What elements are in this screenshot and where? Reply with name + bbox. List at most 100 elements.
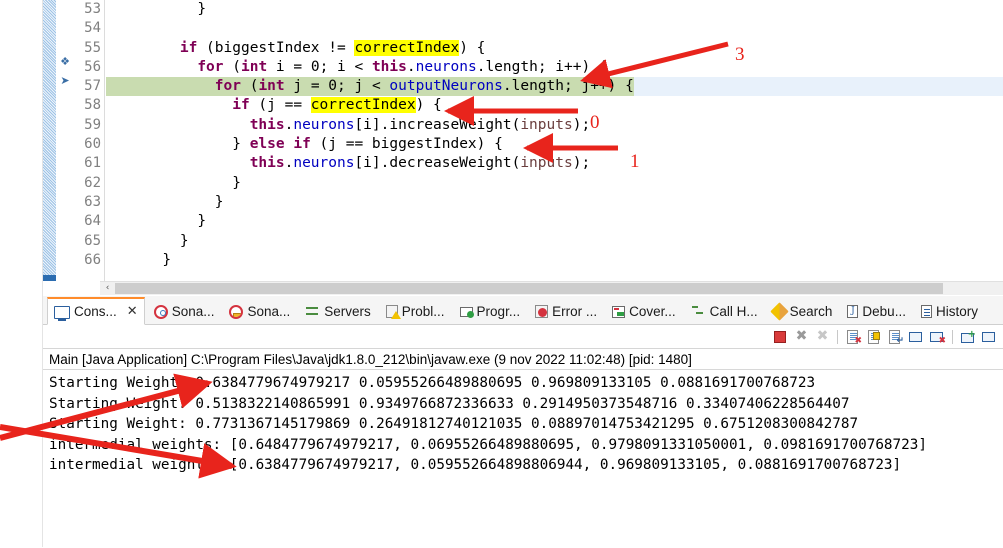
code-token: . bbox=[406, 58, 416, 75]
line-number: 61 bbox=[84, 155, 101, 172]
word-wrap-button[interactable]: ↵ bbox=[886, 328, 904, 346]
tab-search[interactable]: Search bbox=[767, 298, 839, 324]
code-line[interactable]: } bbox=[106, 174, 1003, 193]
coverage-icon bbox=[612, 306, 626, 318]
line-number: 59 bbox=[84, 116, 101, 133]
problems-icon bbox=[385, 305, 401, 319]
console-line: intermedial weights: [0.6484779674979217… bbox=[49, 436, 927, 453]
code-token: ) { bbox=[459, 39, 486, 56]
line-number: 53 bbox=[84, 1, 101, 17]
tab-debu[interactable]: J Debu... bbox=[841, 298, 912, 324]
tab-sona[interactable]: Sona... bbox=[148, 298, 221, 324]
console-output-text[interactable]: Starting Weight: 0.6384779674979217 0.05… bbox=[43, 370, 1003, 476]
code-line[interactable] bbox=[106, 19, 1003, 38]
code-token: this bbox=[249, 155, 285, 172]
code-line[interactable]: } else if (j == biggestIndex) { bbox=[106, 135, 1003, 154]
tab-callh[interactable]: Call H... bbox=[685, 298, 764, 324]
code-line[interactable]: } bbox=[106, 232, 1003, 251]
show-console-on-output-button[interactable] bbox=[907, 328, 925, 346]
terminate-button[interactable] bbox=[771, 328, 789, 346]
code-line[interactable]: } bbox=[106, 212, 1003, 231]
scroll-left-arrow-icon[interactable]: ‹ bbox=[101, 282, 114, 295]
code-token: neurons bbox=[415, 58, 477, 75]
code-token: ( bbox=[240, 78, 259, 95]
code-token: this bbox=[249, 116, 285, 133]
tab-label: Search bbox=[789, 303, 833, 319]
code-line[interactable]: } bbox=[106, 251, 1003, 270]
tab-servers[interactable]: Servers bbox=[299, 298, 377, 324]
code-line[interactable]: this.neurons[i].decreaseWeight(inputs); bbox=[106, 154, 1003, 173]
tab-label: Servers bbox=[324, 303, 371, 319]
error-log-icon bbox=[535, 305, 549, 318]
code-line[interactable]: if (biggestIndex != correctIndex) { bbox=[106, 39, 1003, 58]
java-code-editor[interactable]: ❖ ➤ 53 54 55 56 57 58 59 60 61 62 63 64 65 66 } if (b… bbox=[43, 0, 1003, 295]
display-selected-console-button[interactable] bbox=[980, 328, 998, 346]
remove-all-terminated-button[interactable]: ✖ bbox=[813, 328, 831, 346]
view-tab-bar[interactable]: Cons... ✕ Sona... Sona... Servers Probl... Pro… bbox=[43, 296, 1003, 325]
code-line[interactable]: } bbox=[106, 0, 1003, 19]
code-token: neurons bbox=[293, 116, 355, 133]
scroll-lock-button[interactable] bbox=[865, 328, 883, 346]
code-line[interactable]: if (j == correctIndex) { bbox=[106, 96, 1003, 115]
code-line[interactable]: for (int i = 0; i < this.neurons.length;… bbox=[106, 58, 1003, 77]
highlighted-occurrence: correctIndex bbox=[354, 39, 460, 56]
breakpoint-marker-icon[interactable]: ❖ bbox=[57, 54, 73, 70]
line-number: 58 bbox=[84, 97, 101, 114]
code-token: (j == biggestIndex) { bbox=[310, 136, 503, 153]
code-token: (biggestIndex != bbox=[197, 39, 355, 56]
tab-cons[interactable]: Cons... ✕ bbox=[47, 297, 145, 325]
code-token: int bbox=[258, 78, 285, 95]
scrollbar-thumb[interactable] bbox=[115, 283, 943, 294]
tab-history[interactable]: History bbox=[915, 298, 984, 324]
code-text-area[interactable]: } if (biggestIndex != correctIndex) { fo… bbox=[106, 0, 1003, 281]
tab-cover[interactable]: Cover... bbox=[606, 298, 682, 324]
code-token: .length; i++) { bbox=[476, 58, 608, 75]
editor-horizontal-scrollbar[interactable]: ‹ bbox=[100, 281, 1003, 295]
tab-label: Probl... bbox=[401, 303, 445, 319]
tab-probl[interactable]: Probl... bbox=[380, 298, 451, 324]
close-icon[interactable]: ✕ bbox=[127, 304, 138, 319]
code-line[interactable]: } bbox=[106, 193, 1003, 212]
selection-marker bbox=[43, 275, 56, 281]
bottom-view-stack: Cons... ✕ Sona... Sona... Servers Probl... Pro… bbox=[43, 296, 1003, 548]
debug-current-instruction-icon[interactable]: ➤ bbox=[57, 73, 73, 89]
tab-label: Cons... bbox=[74, 304, 117, 319]
open-console-button[interactable]: + bbox=[959, 328, 977, 346]
line-number: 57 bbox=[84, 78, 101, 95]
code-token: } bbox=[232, 136, 250, 153]
code-token: int bbox=[240, 58, 268, 75]
highlighted-occurrence: correctIndex bbox=[310, 97, 416, 114]
code-token: [i].increaseWeight( bbox=[354, 116, 521, 133]
tab-progr[interactable]: Progr... bbox=[454, 298, 527, 324]
show-console-on-error-button[interactable]: ✖ bbox=[928, 328, 946, 346]
line-number: 55 bbox=[84, 39, 101, 56]
code-token: else if bbox=[249, 136, 311, 153]
code-token: ); bbox=[572, 155, 591, 172]
console-icon bbox=[54, 306, 70, 321]
editor-gutter[interactable]: ❖ ➤ bbox=[56, 0, 74, 281]
left-perspective-strip bbox=[0, 0, 43, 547]
tab-error[interactable]: Error ... bbox=[529, 298, 603, 324]
editor-marker-bar[interactable] bbox=[43, 0, 57, 281]
code-token: if bbox=[179, 39, 198, 56]
code-token: } bbox=[232, 174, 241, 191]
code-token: inputs bbox=[520, 116, 573, 133]
console-line: Starting Weight: 0.7731367145179869 0.26… bbox=[49, 416, 859, 432]
line-number: 66 bbox=[84, 251, 101, 268]
code-token: this bbox=[371, 58, 407, 75]
history-icon bbox=[920, 305, 932, 318]
code-line[interactable]: for (int j = 0; j < outputNeurons.length… bbox=[106, 77, 1003, 97]
eclipse-ide-window: ❖ ➤ 53 54 55 56 57 58 59 60 61 62 63 64 65 66 } if (b… bbox=[0, 0, 1003, 548]
console-line: intermedial weights: [0.6384779674979217… bbox=[49, 457, 902, 473]
toolbar-separator bbox=[952, 330, 953, 344]
console-output-panel[interactable]: Main [Java Application] C:\Program Files… bbox=[43, 348, 1003, 548]
code-token: ) { bbox=[415, 97, 442, 114]
remove-launch-button[interactable]: ✖ bbox=[792, 328, 810, 346]
code-token: inputs bbox=[520, 155, 573, 172]
console-view-toolbar[interactable]: ✖ ✖ ✖ ↵ ✖ + bbox=[771, 326, 1003, 348]
tab-sona[interactable]: Sona... bbox=[223, 298, 296, 324]
code-token: } bbox=[197, 213, 207, 230]
code-token: if bbox=[232, 97, 250, 114]
code-line[interactable]: this.neurons[i].increaseWeight(inputs); bbox=[106, 116, 1003, 135]
clear-console-button[interactable]: ✖ bbox=[844, 328, 862, 346]
